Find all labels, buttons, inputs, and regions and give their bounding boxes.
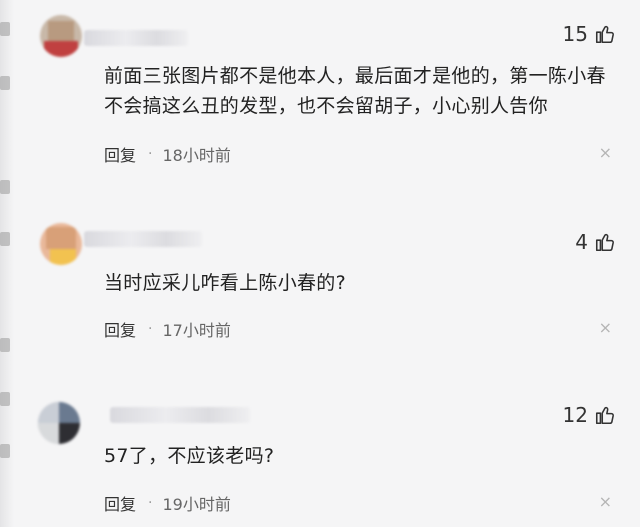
- like-count: 12: [562, 403, 588, 427]
- like-button[interactable]: 15: [563, 22, 616, 46]
- meta-separator: ·: [148, 146, 153, 162]
- close-icon[interactable]: ×: [599, 492, 612, 511]
- comment-item: 15 前面三张图片都不是他本人，最后面才是他的，第一陈小春不会搞这么丑的发型，也…: [0, 0, 640, 175]
- user-avatar-blurred[interactable]: [40, 223, 82, 265]
- username-blurred[interactable]: [84, 231, 202, 247]
- user-avatar-blurred[interactable]: [40, 15, 82, 57]
- like-button[interactable]: 12: [563, 403, 616, 427]
- meta-separator: ·: [148, 495, 153, 511]
- comment-meta: 回复 · 19小时前: [104, 491, 231, 515]
- thumbs-up-icon: [595, 25, 614, 44]
- comment-text: 前面三张图片都不是他本人，最后面才是他的，第一陈小春不会搞这么丑的发型，也不会留…: [104, 65, 606, 117]
- thumbs-up-icon: [595, 233, 614, 252]
- comment-text: 57了，不应该老吗?: [104, 445, 275, 467]
- comment-text: 当时应采儿咋看上陈小春的?: [104, 272, 346, 294]
- meta-separator: ·: [148, 321, 153, 337]
- close-icon[interactable]: ×: [599, 318, 612, 337]
- comment-item: 4 当时应采儿咋看上陈小春的? 回复 · 17小时前 ×: [0, 175, 640, 355]
- comment-meta: 回复 · 17小时前: [104, 317, 231, 341]
- thumbs-up-icon: [595, 406, 614, 425]
- user-avatar-blurred[interactable]: [38, 402, 80, 444]
- comment-timestamp: 18小时前: [162, 146, 231, 165]
- like-button[interactable]: 4: [575, 230, 616, 254]
- reply-button[interactable]: 回复: [104, 491, 136, 515]
- close-icon[interactable]: ×: [599, 143, 612, 162]
- username-blurred[interactable]: [84, 30, 188, 46]
- reply-button[interactable]: 回复: [104, 142, 136, 166]
- like-count: 15: [562, 22, 588, 46]
- username-blurred[interactable]: [110, 407, 250, 423]
- comment-timestamp: 17小时前: [162, 321, 231, 340]
- comment-item: 12 57了，不应该老吗? 回复 · 19小时前 ×: [0, 355, 640, 527]
- comment-meta: 回复 · 18小时前: [104, 142, 231, 166]
- reply-button[interactable]: 回复: [104, 317, 136, 341]
- comment-timestamp: 19小时前: [162, 495, 231, 514]
- like-count: 4: [575, 230, 588, 254]
